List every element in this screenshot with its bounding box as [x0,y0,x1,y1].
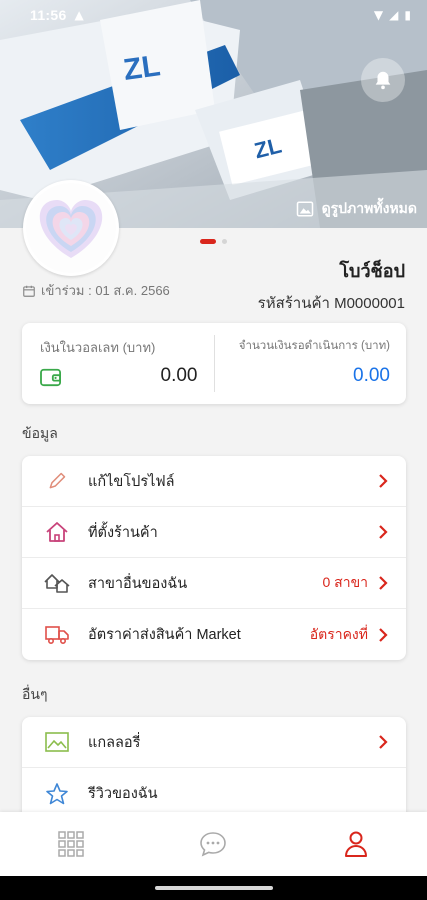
menu-item-label: สาขาอื่นของฉัน [88,575,188,592]
wifi-icon: ▼ [373,8,384,22]
chevron-right-icon [379,525,388,539]
wallet-card: เงินในวอลเลท (บาท) 0.00 จำนวนเงินรอดำเนิ… [22,323,406,404]
join-date-text: เข้าร่วม : 01 ส.ค. 2566 [41,283,170,298]
menu-item-label: ที่ตั้งร้านค้า [88,524,158,541]
calendar-icon [23,285,35,297]
wallet-balance[interactable]: เงินในวอลเลท (บาท) 0.00 [22,323,214,404]
profile-icon [344,831,367,857]
bell-icon [375,71,391,90]
svg-text:ZL: ZL [121,49,162,87]
chat-icon [200,832,227,857]
battery-icon: ▮ [404,8,411,22]
view-all-photos-label: ดูรูปภาพทั้งหมด [321,200,417,216]
carousel-dot[interactable] [222,239,227,244]
warning-icon: ▲ [74,8,84,22]
star-icon [44,782,70,806]
home-indicator[interactable] [154,886,273,890]
heart-avatar-image [26,183,116,273]
chevron-right-icon [379,474,388,488]
home-icon [44,520,70,544]
other-menu: แกลลอรี่ รีวิวของฉัน [22,717,406,827]
chevron-right-icon [379,735,388,749]
view-all-photos-button[interactable]: ดูรูปภาพทั้งหมด [296,198,417,220]
nav-home-button[interactable] [41,819,101,869]
gallery-icon [44,730,70,754]
nav-chat-button[interactable] [183,819,243,869]
status-icons: ▼ ◢ ▮ [374,8,411,22]
carousel-dot-active[interactable] [200,239,216,244]
pending-amount[interactable]: จำนวนเงินรอดำเนินการ (บาท) 0.00 [215,323,407,404]
pencil-icon [44,469,70,493]
nav-profile-button[interactable] [326,819,386,869]
menu-item-label: แกลลอรี่ [88,734,141,751]
bottom-navigation [0,812,427,876]
other-section-title: อื่นๆ [22,686,48,702]
chevron-right-icon [379,627,388,642]
menu-item-my-branches[interactable]: สาขาอื่นของฉัน 0 สาขา [22,558,406,609]
notification-bell-button[interactable] [361,58,405,102]
shop-name: โบว์ช็อป [339,261,405,281]
app-screen: ZL ZL 11:56 ▲ ▼ ◢ ▮ ดูรูปภาพทั้งหมด โบว์… [0,0,427,900]
status-time: 11:56 [30,7,67,23]
delivery-truck-icon [44,623,70,647]
menu-item-shipping-rate[interactable]: อัตราค่าส่งสินค้า Market อัตราคงที่ [22,609,406,660]
menu-item-edit-profile[interactable]: แก้ไขโปรไฟล์ [22,456,406,507]
menu-item-label: อัตราค่าส่งสินค้า Market [88,627,241,643]
branches-icon [44,571,70,595]
info-section-title: ข้อมูล [22,425,58,441]
menu-item-shop-location[interactable]: ที่ตั้งร้านค้า [22,507,406,558]
wallet-balance-label: เงินในวอลเลท (บาท) [40,340,156,355]
menu-item-label: แก้ไขโปรไฟล์ [88,473,175,490]
shop-code: รหัสร้านค้า M0000001 [257,295,405,312]
info-menu: แก้ไขโปรไฟล์ ที่ตั้งร้านค้า สาขาอื่นของฉ… [22,456,406,660]
pending-amount-value: 0.00 [353,365,390,386]
branch-count-value: 0 สาขา [322,574,368,590]
shipping-rate-value: อัตราคงที่ [309,625,368,642]
shop-avatar[interactable] [23,180,119,276]
wallet-icon [40,368,61,387]
image-icon [296,201,313,217]
menu-item-gallery[interactable]: แกลลอรี่ [22,717,406,768]
menu-item-label: รีวิวของฉัน [88,786,158,802]
status-bar: 11:56 ▲ ▼ ◢ ▮ [0,0,427,30]
pending-amount-label: จำนวนเงินรอดำเนินการ (บาท) [238,340,390,352]
system-gesture-bar [0,876,427,900]
signal-icon: ◢ [389,8,399,22]
chevron-right-icon [379,576,388,590]
join-date: เข้าร่วม : 01 ส.ค. 2566 [22,280,170,301]
grid-icon [58,831,84,857]
wallet-balance-value: 0.00 [160,365,198,386]
